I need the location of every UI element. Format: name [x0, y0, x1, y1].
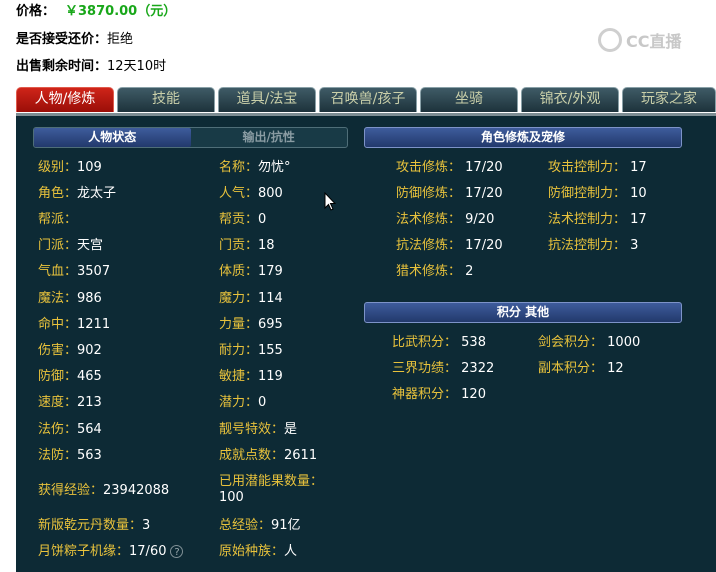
- stat-agility: 敏捷：119: [219, 369, 283, 384]
- subtab-output-resistance[interactable]: 输出/抗性: [191, 128, 348, 147]
- stat-experience: 获得经验：23942088: [38, 483, 170, 498]
- cult-magic: 法术修炼： 9/20: [396, 212, 495, 227]
- stat-level: 级别：109: [38, 160, 102, 175]
- stat-total-exp: 总经验：91亿: [219, 518, 301, 533]
- tab-bar: 人物/修炼 技能 道具/法宝 召唤兽/孩子 坐骑 锦衣/外观 玩家之家: [16, 87, 716, 113]
- stat-qianyuandan: 新版乾元丹数量：3: [38, 518, 151, 533]
- stat-hit: 命中：1211: [38, 317, 111, 332]
- counter-offer-label: 是否接受还价：: [16, 32, 108, 47]
- remaining-time-value: 12天10时: [107, 59, 167, 74]
- stat-potential: 潜力：0: [219, 395, 267, 410]
- tab-skills[interactable]: 技能: [117, 87, 215, 112]
- counter-offer-line: 是否接受还价：拒绝: [16, 28, 133, 47]
- stat-achievement: 成就点数：2611: [219, 448, 318, 463]
- ctrl-magic: 法术控制力： 17: [548, 212, 647, 227]
- stat-speed: 速度：213: [38, 395, 102, 410]
- stat-potential-fruit: 已用潜能果数量： 100: [219, 474, 324, 505]
- ctrl-resist: 抗法控制力： 3: [548, 238, 639, 253]
- tab-character[interactable]: 人物/修炼: [16, 87, 114, 112]
- tab-pets[interactable]: 召唤兽/孩子: [319, 87, 417, 112]
- stat-mooncake-chance: 月饼粽子机缘：17/60?: [38, 544, 184, 560]
- remaining-time-line: 出售剩余时间：12天10时: [16, 55, 166, 74]
- stat-name: 名称：勿忧°: [219, 160, 291, 175]
- stat-strength: 力量：695: [219, 317, 283, 332]
- stat-guild: 帮派：: [38, 212, 78, 227]
- cultivation-header: 角色修炼及宠修: [364, 127, 682, 148]
- cult-resist: 抗法修炼： 17/20: [396, 238, 503, 253]
- price-line: 价格： ￥3870.00（元）: [16, 0, 176, 19]
- remaining-time-label: 出售剩余时间：: [16, 59, 108, 74]
- stat-defense: 防御：465: [38, 369, 102, 384]
- stat-school: 门派：天宫: [38, 238, 104, 253]
- stat-magic-damage: 法伤：564: [38, 422, 102, 437]
- help-icon[interactable]: ?: [170, 545, 184, 558]
- points-dungeon: 副本积分： 12: [538, 361, 624, 376]
- points-header: 积分 其他: [364, 302, 682, 323]
- tab-player-home[interactable]: 玩家之家: [622, 87, 716, 112]
- content-panel: 人物状态 输出/抗性 角色修炼及宠修 积分 其他 级别：109 角色：龙太子 帮…: [16, 113, 716, 572]
- watermark-logo-icon: [598, 28, 622, 52]
- tab-items[interactable]: 道具/法宝: [218, 87, 316, 112]
- points-artifact: 神器积分： 120: [392, 387, 486, 402]
- cult-attack: 攻击修炼： 17/20: [396, 160, 503, 175]
- counter-offer-value: 拒绝: [107, 32, 134, 47]
- price-label: 价格：: [16, 4, 56, 19]
- stat-magic-power: 魔力：114: [219, 291, 283, 306]
- status-subtabs: 人物状态 输出/抗性: [33, 127, 348, 148]
- points-merit: 三界功绩： 2322: [392, 361, 495, 376]
- ctrl-attack: 攻击控制力： 17: [548, 160, 647, 175]
- stat-magic-defense: 法防：563: [38, 448, 102, 463]
- stat-special-id: 靓号特效：是: [219, 422, 298, 437]
- ctrl-defense: 防御控制力： 10: [548, 186, 647, 201]
- stat-role: 角色：龙太子: [38, 186, 117, 201]
- cult-defense: 防御修炼： 17/20: [396, 186, 503, 201]
- watermark-text: CC直播: [626, 32, 682, 51]
- tab-mounts[interactable]: 坐骑: [420, 87, 518, 112]
- stat-guild-contribution: 帮贡：0: [219, 212, 267, 227]
- price-value: ￥3870.00（元）: [65, 4, 177, 19]
- mouse-cursor-icon: [324, 192, 336, 211]
- stat-popularity: 人气：800: [219, 186, 283, 201]
- stat-school-contribution: 门贡：18: [219, 238, 275, 253]
- points-sword: 剑会积分： 1000: [538, 335, 641, 350]
- stat-mp: 魔法：986: [38, 291, 102, 306]
- stat-constitution: 体质：179: [219, 264, 283, 279]
- points-pvp: 比武积分： 538: [392, 335, 486, 350]
- stat-hp: 气血：3507: [38, 264, 111, 279]
- cult-hunting: 猎术修炼： 2: [396, 264, 474, 279]
- stat-original-race: 原始种族：人: [219, 544, 298, 559]
- stat-damage: 伤害：902: [38, 343, 102, 358]
- tab-appearance[interactable]: 锦衣/外观: [521, 87, 619, 112]
- subtab-character-status[interactable]: 人物状态: [34, 128, 191, 147]
- stream-watermark: CC直播: [598, 26, 694, 54]
- stat-endurance: 耐力：155: [219, 343, 283, 358]
